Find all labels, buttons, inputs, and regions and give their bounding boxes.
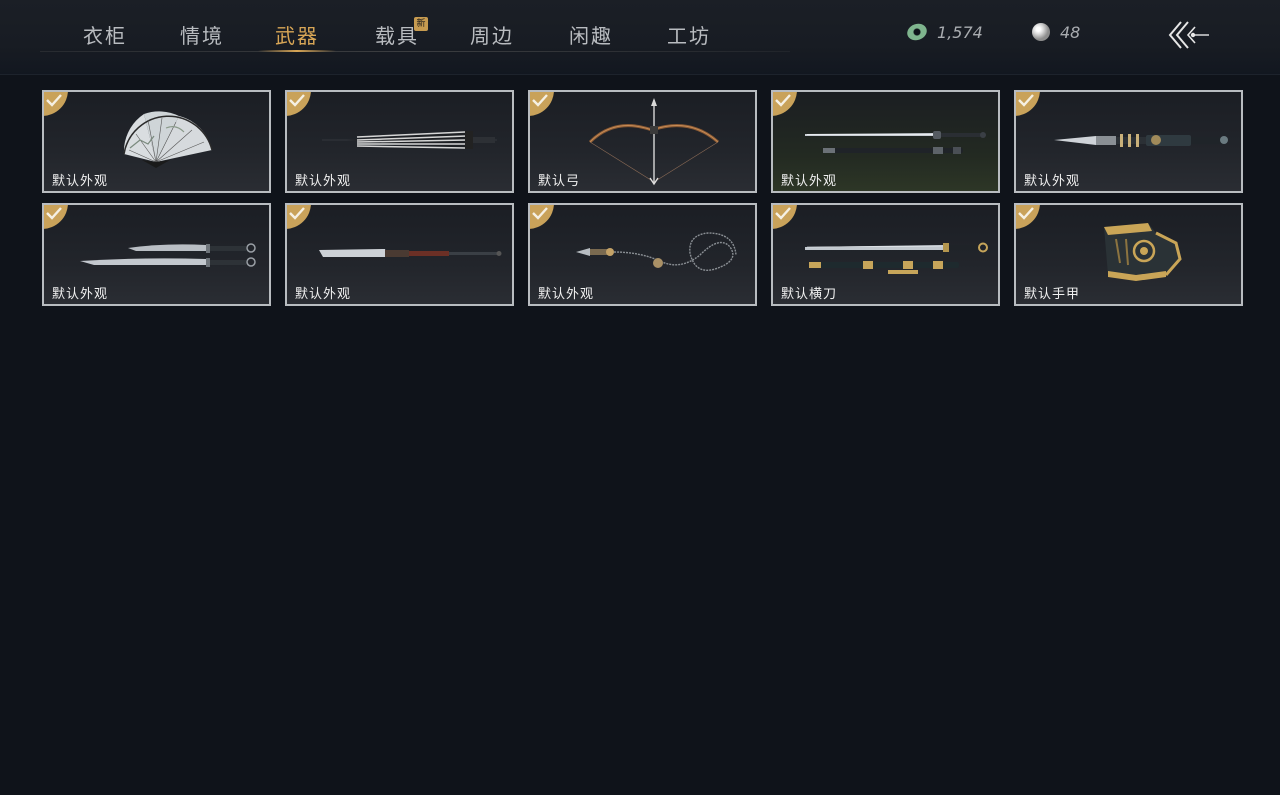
equipped-check-icon (1016, 92, 1040, 116)
jade-amount: 1,574 (937, 22, 983, 42)
weapon-card-umbrella[interactable]: 默认外观 (285, 90, 514, 193)
weapon-name: 默认外观 (295, 174, 352, 189)
equipped-check-icon (773, 205, 797, 229)
weapon-card-twin-blades[interactable]: 默认外观 (42, 203, 271, 306)
weapon-card-gauntlet[interactable]: 默认手甲 (1014, 203, 1243, 306)
weapon-card-glaive[interactable]: 默认外观 (285, 203, 514, 306)
equipped-check-icon (44, 205, 68, 229)
weapon-card-rope-dart[interactable]: 默认外观 (528, 203, 757, 306)
back-arrow-icon (1168, 21, 1209, 49)
pearl-amount: 48 (1060, 22, 1081, 42)
weapon-name: 默认外观 (781, 174, 838, 189)
weapon-name: 默认外观 (295, 287, 352, 302)
back-button[interactable] (1165, 18, 1211, 52)
weapon-name: 默认外观 (1024, 174, 1081, 189)
tab-weapons[interactable]: 武器 (275, 20, 319, 52)
tab-merch[interactable]: 周边 (470, 20, 514, 52)
tab-wardrobe[interactable]: 衣柜 (83, 20, 127, 52)
weapon-name: 默认弓 (538, 174, 581, 189)
active-tab-underline (258, 50, 336, 52)
weapon-name: 默认外观 (538, 287, 595, 302)
pearl-icon (1032, 23, 1050, 41)
weapon-name: 默认外观 (52, 174, 109, 189)
weapon-name: 默认手甲 (1024, 287, 1081, 302)
weapon-card-spear[interactable]: 默认外观 (1014, 90, 1243, 193)
weapon-name: 默认横刀 (781, 287, 838, 302)
tab-workshop[interactable]: 工坊 (667, 20, 711, 52)
weapon-card-hengdao[interactable]: 默认横刀 (771, 203, 1000, 306)
equipped-check-icon (773, 92, 797, 116)
pearl-currency: 48 (1032, 20, 1080, 44)
equipped-check-icon (1016, 205, 1040, 229)
weapon-card-fan[interactable]: 默认外观 (42, 90, 271, 193)
equipped-check-icon (530, 205, 554, 229)
tab-leisure[interactable]: 闲趣 (569, 20, 613, 52)
tab-scene[interactable]: 情境 (180, 20, 224, 52)
weapon-card-bow[interactable]: 默认弓 (528, 90, 757, 193)
jade-coin-icon (904, 21, 930, 43)
weapon-wardrobe-screen: 衣柜 情境 武器 载具 新 周边 闲趣 工坊 1,574 48 默认外观 默认外… (0, 0, 1280, 795)
tab-vehicles[interactable]: 载具 (375, 20, 419, 52)
equipped-check-icon (530, 92, 554, 116)
equipped-check-icon (287, 205, 311, 229)
weapon-card-sword[interactable]: 默认外观 (771, 90, 1000, 193)
weapon-name: 默认外观 (52, 287, 109, 302)
top-navigation-bar: 衣柜 情境 武器 载具 新 周边 闲趣 工坊 1,574 48 (0, 0, 1280, 75)
jade-currency: 1,574 (904, 20, 983, 44)
equipped-check-icon (44, 92, 68, 116)
equipped-check-icon (287, 92, 311, 116)
new-badge: 新 (414, 17, 428, 31)
